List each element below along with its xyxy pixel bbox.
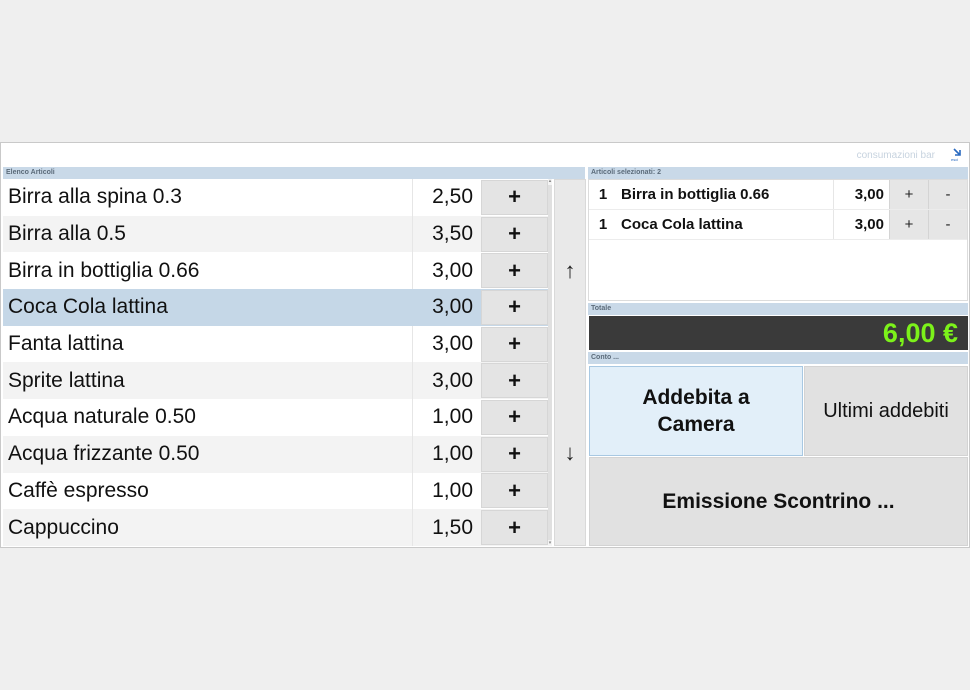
add-article-button[interactable]: +	[481, 326, 548, 362]
article-name: Birra in bottiglia 0.66	[8, 258, 200, 282]
article-row[interactable]: Sprite lattina 3,00 +	[3, 362, 550, 400]
account-header: Conto ...	[588, 352, 968, 364]
scroll-down-button[interactable]: ↓	[555, 440, 585, 466]
article-price: 1,00	[412, 435, 480, 473]
exit-icon	[953, 148, 961, 156]
article-price: 3,00	[412, 252, 480, 290]
add-article-button[interactable]: +	[481, 363, 548, 399]
article-price: 3,00	[412, 325, 480, 363]
last-charges-button[interactable]: Ultimi addebiti	[804, 366, 968, 456]
add-article-button[interactable]: +	[481, 473, 548, 509]
article-row[interactable]: Cappuccino 1,50 +	[3, 509, 550, 546]
charge-room-button[interactable]: Addebita a Camera	[589, 366, 803, 456]
selected-article-row: 1 Coca Cola lattina 3,00 + -	[589, 210, 967, 240]
article-row[interactable]: Caffè espresso 1,00 +	[3, 472, 550, 510]
decrease-qty-button[interactable]: -	[928, 180, 967, 209]
selected-header: Articoli selezionati: 2	[588, 167, 968, 179]
window-title: consumazioni bar	[856, 150, 935, 161]
article-row[interactable]: Birra in bottiglia 0.66 3,00 +	[3, 252, 550, 290]
article-name: Fanta lattina	[8, 332, 124, 356]
increase-qty-button[interactable]: +	[889, 210, 928, 239]
exit-button[interactable]: esci	[951, 148, 963, 162]
article-scrollbar[interactable]: ▴ ▾	[548, 179, 552, 546]
article-name: Cappuccino	[8, 515, 119, 539]
add-article-button[interactable]: +	[481, 179, 548, 215]
article-name: Acqua frizzante 0.50	[8, 442, 200, 466]
add-article-button[interactable]: +	[481, 436, 548, 472]
increase-qty-button[interactable]: +	[889, 180, 928, 209]
scroll-buttons: ↑ ↓	[554, 179, 586, 546]
article-name: Birra alla 0.5	[8, 222, 126, 246]
title-bar: consumazioni bar esci	[1, 143, 969, 165]
selected-qty: 1	[598, 186, 608, 203]
articles-header: Elenco Articoli	[3, 167, 585, 179]
article-price: 2,50	[412, 179, 480, 216]
article-price: 3,00	[412, 289, 480, 326]
article-name: Caffè espresso	[8, 478, 149, 502]
pos-window: consumazioni bar esci Elenco Articoli Ar…	[0, 142, 970, 548]
article-price: 1,00	[412, 472, 480, 510]
add-article-button[interactable]: +	[481, 253, 548, 289]
total-header: Totale	[588, 303, 968, 315]
article-name: Acqua naturale 0.50	[8, 405, 196, 429]
article-row[interactable]: Birra alla 0.5 3,50 +	[3, 215, 550, 253]
selected-article-row: 1 Birra in bottiglia 0.66 3,00 + -	[589, 180, 967, 210]
add-article-button[interactable]: +	[481, 510, 548, 546]
total-amount: 6,00 €	[589, 316, 968, 350]
article-row[interactable]: Birra alla spina 0.3 2,50 +	[3, 179, 550, 216]
selected-price: 3,00	[833, 210, 889, 239]
add-article-button[interactable]: +	[481, 399, 548, 435]
article-price: 1,50	[412, 509, 480, 546]
selected-articles-list: 1 Birra in bottiglia 0.66 3,00 + - 1 Coca Cola…	[588, 179, 968, 301]
article-row[interactable]: Fanta lattina 3,00 +	[3, 325, 550, 363]
article-price: 3,50	[412, 215, 480, 253]
add-article-button[interactable]: +	[481, 216, 548, 252]
selected-price: 3,00	[833, 180, 889, 209]
article-name: Sprite lattina	[8, 368, 125, 392]
article-name: Birra alla spina 0.3	[8, 185, 182, 209]
article-name: Coca Cola lattina	[8, 295, 168, 319]
selected-qty: 1	[598, 216, 608, 233]
article-price: 3,00	[412, 362, 480, 400]
article-price: 1,00	[412, 399, 480, 436]
decrease-qty-button[interactable]: -	[928, 210, 967, 239]
exit-label: esci	[951, 157, 959, 162]
add-article-button[interactable]: +	[481, 289, 548, 325]
article-row[interactable]: Acqua naturale 0.50 1,00 +	[3, 399, 550, 436]
article-row[interactable]: Acqua frizzante 0.50 1,00 +	[3, 435, 550, 473]
article-row[interactable]: Coca Cola lattina 3,00 +	[3, 289, 550, 326]
scroll-up-button[interactable]: ↑	[555, 258, 585, 284]
scrollbar-thumb[interactable]	[548, 185, 552, 540]
issue-receipt-button[interactable]: Emissione Scontrino ...	[589, 457, 968, 546]
selected-name: Birra in bottiglia 0.66	[621, 186, 770, 203]
selected-name: Coca Cola lattina	[621, 216, 743, 233]
article-list: Birra alla spina 0.3 2,50 + Birra alla 0.5 3…	[3, 179, 550, 546]
